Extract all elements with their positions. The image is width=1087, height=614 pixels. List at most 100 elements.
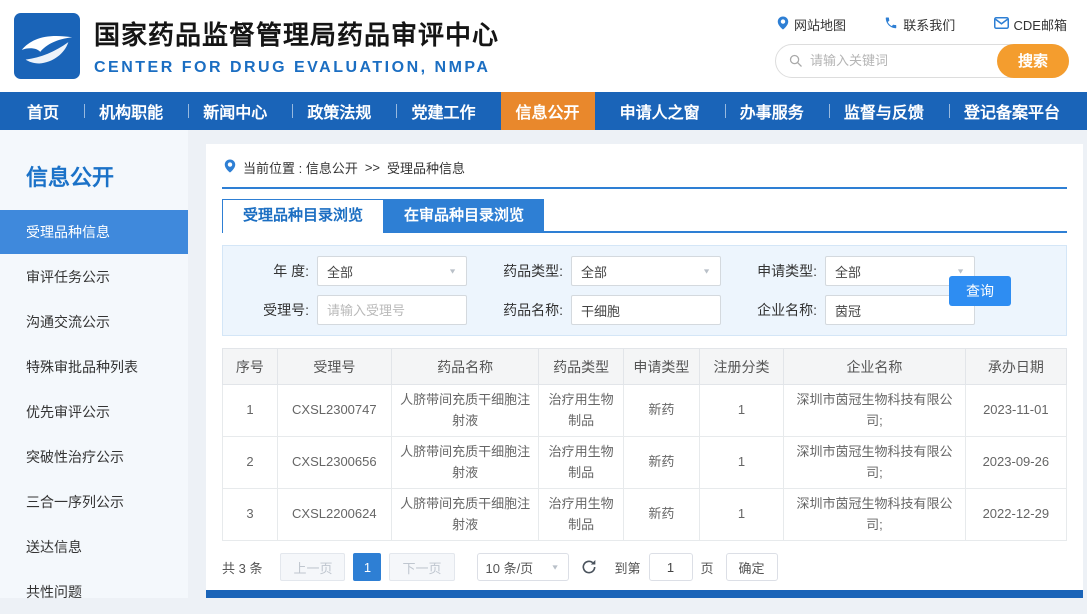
footer-bar: [206, 590, 1083, 598]
page: 国家药品监督管理局药品审评中心 CENTER FOR DRUG EVALUATI…: [0, 0, 1087, 598]
cell-accept-no: CXSL2200624: [277, 489, 391, 541]
body-area: 信息公开 受理品种信息 审评任务公示 沟通交流公示 特殊审批品种列表 优先审评公…: [0, 130, 1087, 598]
cell-reg-class: 1: [699, 437, 783, 489]
cell-drug-type: 治疗用生物制品: [539, 385, 623, 437]
cell-drug-name: 人脐带间充质干细胞注射液: [391, 437, 539, 489]
sidebar-item[interactable]: 沟通交流公示: [0, 300, 188, 344]
nav-item[interactable]: 首页: [12, 92, 74, 130]
filter-drug-name: 药品名称:: [491, 295, 721, 325]
cell-accept-no: CXSL2300656: [277, 437, 391, 489]
drug-name-label: 药品名称:: [491, 300, 563, 320]
cell-accept-no: CXSL2300747: [277, 385, 391, 437]
sidebar-item[interactable]: 优先审评公示: [0, 390, 188, 434]
cell-drug-name: 人脐带间充质干细胞注射液: [391, 385, 539, 437]
breadcrumb-location: 当前位置 : 信息公开: [243, 158, 358, 177]
page-number-button[interactable]: 1: [353, 553, 381, 581]
filter-accept-no: 受理号:: [237, 295, 467, 325]
prev-page-button[interactable]: 上一页: [280, 553, 345, 581]
total-count: 共 3 条: [222, 558, 262, 577]
nav-item[interactable]: 机构职能: [84, 92, 178, 130]
cell-reg-class: 1: [699, 489, 783, 541]
year-select[interactable]: 全部 ▼: [317, 256, 467, 286]
refresh-icon[interactable]: [581, 559, 597, 575]
site-subtitle: CENTER FOR DRUG EVALUATION, NMPA: [94, 59, 499, 77]
site-search: 搜索: [775, 44, 1069, 78]
cell-company: 深圳市茵冠生物科技有限公司;: [784, 385, 965, 437]
filter-row-1: 年 度: 全部 ▼ 药品类型: 全部 ▼: [237, 256, 1052, 286]
chevron-down-icon: ▼: [448, 267, 457, 275]
nav-item[interactable]: 登记备案平台: [949, 92, 1075, 130]
sidebar-item[interactable]: 送达信息: [0, 525, 188, 569]
year-label: 年 度:: [237, 261, 309, 281]
apply-type-select-value: 全部: [835, 262, 861, 281]
jump-page-input[interactable]: [649, 553, 693, 581]
contact-link[interactable]: 联系我们: [884, 15, 955, 34]
nav-item[interactable]: 办事服务: [725, 92, 819, 130]
tab[interactable]: 在审品种目录浏览: [384, 199, 544, 233]
table-row: 2 CXSL2300656 人脐带间充质干细胞注射液 治疗用生物制品 新药 1 …: [223, 437, 1067, 489]
cell-date: 2022-12-29: [965, 489, 1066, 541]
breadcrumb: 当前位置 : 信息公开 >> 受理品种信息: [222, 156, 1067, 189]
quick-links: 网站地图 联系我们 CDE邮箱: [775, 15, 1069, 34]
search-button[interactable]: 搜索: [997, 44, 1069, 78]
cell-apply-type: 新药: [623, 437, 699, 489]
query-button[interactable]: 查询: [949, 276, 1011, 306]
table-row: 1 CXSL2300747 人脐带间充质干细胞注射液 治疗用生物制品 新药 1 …: [223, 385, 1067, 437]
sidebar-item[interactable]: 共性问题: [0, 570, 188, 614]
sidebar-item[interactable]: 特殊审批品种列表: [0, 345, 188, 389]
header-right: 网站地图 联系我们 CDE邮箱: [775, 15, 1069, 78]
sidebar-title: 信息公开: [0, 154, 188, 210]
sidebar-menu: 受理品种信息 审评任务公示 沟通交流公示 特殊审批品种列表 优先审评公示 突破性…: [0, 210, 188, 614]
cell-apply-type: 新药: [623, 385, 699, 437]
sitemap-link[interactable]: 网站地图: [777, 15, 846, 34]
sidebar-item[interactable]: 三合一序列公示: [0, 480, 188, 524]
search-icon: [788, 53, 803, 68]
sidebar: 信息公开 受理品种信息 审评任务公示 沟通交流公示 特殊审批品种列表 优先审评公…: [0, 130, 188, 598]
phone-icon: [884, 16, 898, 33]
accept-no-input[interactable]: [317, 295, 467, 325]
drug-type-select-value: 全部: [581, 262, 607, 281]
confirm-button[interactable]: 确定: [726, 553, 778, 581]
cell-date: 2023-09-26: [965, 437, 1066, 489]
main-nav-list: 首页 机构职能 新闻中心 政策法规 党建工作 信息公开 申请人之窗 办事服务 监…: [0, 92, 1087, 130]
contact-link-label: 联系我们: [903, 15, 955, 34]
drug-name-input[interactable]: [571, 295, 721, 325]
accept-no-label: 受理号:: [237, 300, 309, 320]
drug-type-label: 药品类型:: [491, 261, 563, 281]
nav-item[interactable]: 信息公开: [501, 92, 595, 130]
column-header: 药品类型: [539, 349, 623, 385]
chevron-down-icon: ▼: [551, 563, 560, 571]
apply-type-label: 申请类型:: [745, 261, 817, 281]
sidebar-item[interactable]: 突破性治疗公示: [0, 435, 188, 479]
mailbox-link[interactable]: CDE邮箱: [994, 15, 1067, 34]
next-page-button[interactable]: 下一页: [389, 553, 454, 581]
cell-seq: 2: [223, 437, 278, 489]
content-panel: 当前位置 : 信息公开 >> 受理品种信息 受理品种目录浏览 在审品种目录浏览: [206, 144, 1083, 590]
content-column: 当前位置 : 信息公开 >> 受理品种信息 受理品种目录浏览 在审品种目录浏览: [188, 130, 1087, 598]
page-size-select[interactable]: 10 条/页 ▼: [477, 553, 569, 581]
year-select-value: 全部: [327, 262, 353, 281]
table-body: 1 CXSL2300747 人脐带间充质干细胞注射液 治疗用生物制品 新药 1 …: [223, 385, 1067, 541]
nav-item[interactable]: 政策法规: [292, 92, 386, 130]
nav-item[interactable]: 申请人之窗: [605, 92, 715, 130]
cell-reg-class: 1: [699, 385, 783, 437]
pagination: 共 3 条 上一页 1 下一页 10 条/页 ▼ 到第 页 确定: [222, 553, 1067, 581]
drug-type-select[interactable]: 全部 ▼: [571, 256, 721, 286]
sidebar-item[interactable]: 受理品种信息: [0, 210, 188, 254]
tab[interactable]: 受理品种目录浏览: [222, 199, 384, 233]
main-nav: 首页 机构职能 新闻中心 政策法规 党建工作 信息公开 申请人之窗 办事服务 监…: [0, 92, 1087, 130]
nav-item[interactable]: 监督与反馈: [829, 92, 939, 130]
sidebar-item[interactable]: 审评任务公示: [0, 255, 188, 299]
cell-drug-name: 人脐带间充质干细胞注射液: [391, 489, 539, 541]
breadcrumb-current: 受理品种信息: [387, 158, 465, 177]
jump-prefix: 到第: [615, 558, 641, 577]
mailbox-link-label: CDE邮箱: [1014, 15, 1067, 34]
column-header: 申请类型: [623, 349, 699, 385]
filter-year: 年 度: 全部 ▼: [237, 256, 467, 286]
nav-item[interactable]: 党建工作: [396, 92, 490, 130]
column-header: 受理号: [277, 349, 391, 385]
cell-company: 深圳市茵冠生物科技有限公司;: [784, 489, 965, 541]
nav-item[interactable]: 新闻中心: [188, 92, 282, 130]
location-icon: [777, 16, 789, 33]
mail-icon: [994, 17, 1009, 32]
